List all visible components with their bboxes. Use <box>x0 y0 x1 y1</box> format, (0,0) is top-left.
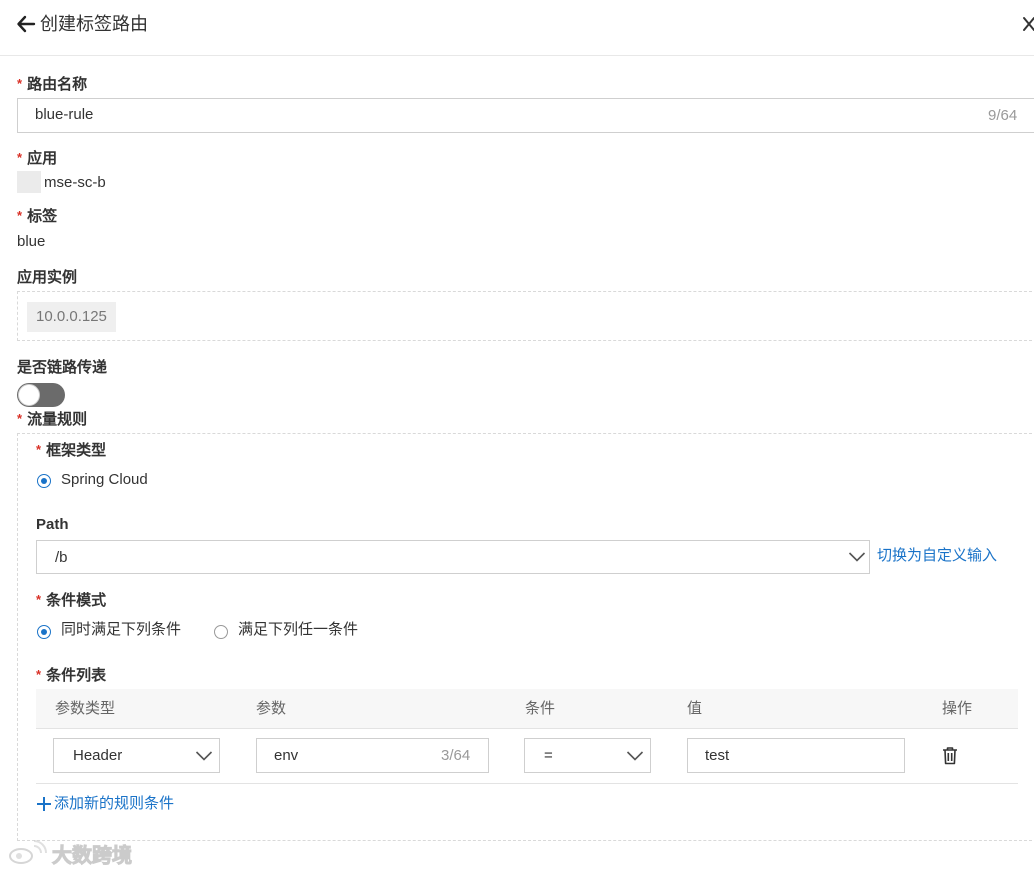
instances-box: 10.0.0.125 <box>17 291 1034 341</box>
table-row: Header env 3/64 = test <box>36 729 1018 784</box>
operator-select[interactable]: = <box>524 738 651 773</box>
param-type-value: Header <box>73 747 123 764</box>
chevron-down-icon <box>195 751 213 761</box>
redacted-block <box>17 171 41 193</box>
condition-table-header: 参数类型 参数 条件 值 操作 <box>36 689 1018 729</box>
condition-mode-any-label[interactable]: 满足下列任一条件 <box>238 620 358 640</box>
trash-icon[interactable] <box>942 746 958 765</box>
instance-tag[interactable]: 10.0.0.125 <box>27 302 116 332</box>
column-header: 条件 <box>525 700 556 717</box>
column-header: 操作 <box>942 700 973 717</box>
path-value: /b <box>55 549 68 566</box>
framework-radio[interactable] <box>37 474 51 488</box>
condition-mode-all-radio[interactable] <box>37 625 51 639</box>
required-mark: * <box>36 592 42 607</box>
route-name-value: blue-rule <box>35 106 94 123</box>
operator-value: = <box>544 747 553 764</box>
chevron-down-icon <box>626 751 644 761</box>
tag-label: * 标签 <box>17 208 58 225</box>
switch-custom-input-link[interactable]: 切换为自定义输入 <box>877 546 997 566</box>
close-icon[interactable] <box>1022 14 1034 34</box>
path-label: Path <box>36 516 69 533</box>
watermark-text: 大数跨境 <box>52 844 133 867</box>
weibo-logo-icon <box>9 840 47 864</box>
path-select[interactable]: /b <box>36 540 870 574</box>
param-value: env <box>274 747 299 764</box>
required-mark: * <box>17 76 23 91</box>
framework-option[interactable]: Spring Cloud <box>61 470 148 490</box>
route-name-counter: 9/64 <box>988 107 1018 124</box>
route-name-input[interactable]: blue-rule 9/64 <box>17 98 1034 133</box>
param-input[interactable]: env 3/64 <box>256 738 489 773</box>
app-value: mse-sc-b <box>44 174 106 191</box>
required-mark: * <box>17 150 23 165</box>
traffic-label: * 流量规则 <box>17 411 88 428</box>
toggle-knob <box>18 384 40 406</box>
condition-list-label: * 条件列表 <box>36 667 107 684</box>
watermark: 大数跨境 <box>6 838 133 868</box>
required-mark: * <box>36 442 42 457</box>
condition-mode-all-label[interactable]: 同时满足下列条件 <box>61 620 181 640</box>
required-mark: * <box>17 411 23 426</box>
required-mark: * <box>36 667 42 682</box>
app-label: * 应用 <box>17 150 58 167</box>
route-name-label: * 路由名称 <box>17 76 88 93</box>
column-header: 参数 <box>256 700 287 717</box>
required-mark: * <box>17 208 23 223</box>
param-counter: 3/64 <box>441 747 471 764</box>
param-type-select[interactable]: Header <box>53 738 220 773</box>
condition-mode-label: * 条件模式 <box>36 592 107 609</box>
value-input[interactable]: test <box>687 738 905 773</box>
instances-label: 应用实例 <box>17 269 78 286</box>
chain-toggle[interactable] <box>17 383 65 407</box>
column-header: 值 <box>687 700 703 717</box>
page-title: 创建标签路由 <box>40 14 148 34</box>
tag-value: blue <box>17 233 46 250</box>
drawer-header: 创建标签路由 <box>0 0 1034 56</box>
add-condition-label: 添加新的规则条件 <box>54 795 175 812</box>
chevron-down-icon <box>848 552 866 562</box>
condition-mode-any-radio[interactable] <box>214 625 228 639</box>
plus-icon <box>37 797 51 811</box>
add-condition-link[interactable]: 添加新的规则条件 <box>36 794 174 814</box>
chain-label: 是否链路传递 <box>17 359 108 376</box>
framework-label: * 框架类型 <box>36 442 107 459</box>
column-header: 参数类型 <box>55 700 116 717</box>
arrow-left-icon[interactable] <box>16 12 38 36</box>
value-value: test <box>705 747 730 764</box>
